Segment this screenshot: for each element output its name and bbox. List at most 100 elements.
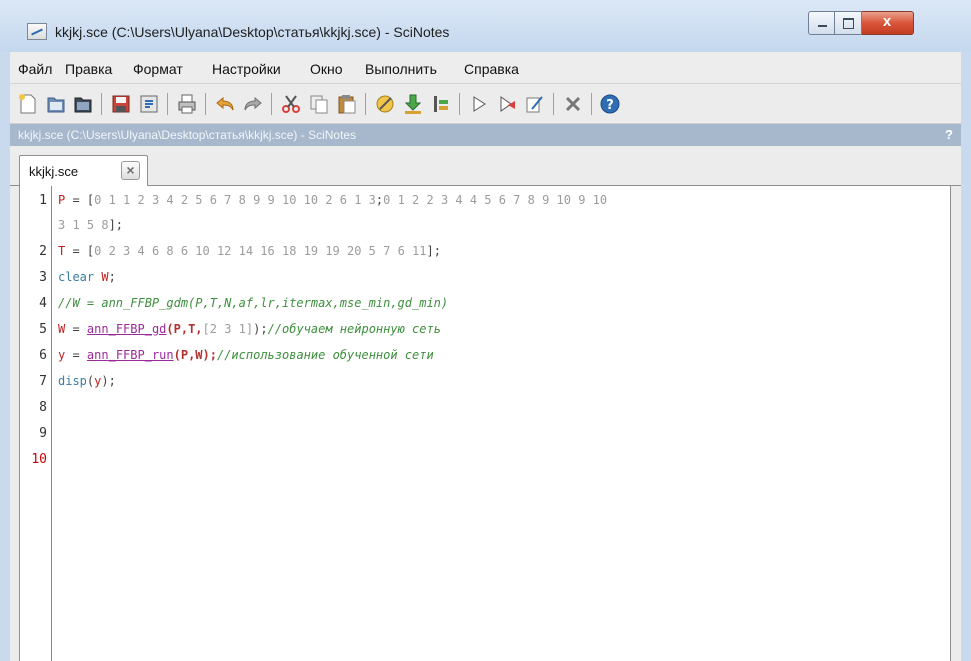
code-token: ]; [426,244,441,258]
redo-icon[interactable] [242,93,264,115]
code-line-5: W = ann_FFBP_gd(P,T,[2 3 1]);//обучаем н… [58,322,441,336]
tools-icon[interactable] [562,93,584,115]
menu-help[interactable]: Справка [464,61,519,77]
minimize-icon [818,25,827,27]
code-token: [2 3 1] [202,322,254,336]
save-as-icon[interactable] [138,93,160,115]
toolbar-separator [553,93,554,115]
code-token: ; [108,270,116,284]
tab-label: kkjkj.sce [29,164,79,179]
save-icon[interactable] [110,93,132,115]
function-link[interactable]: ann_FFBP_gd [87,322,166,336]
scinotes-window: kkjkj.sce (C:\Users\Ulyana\Desktop\стать… [0,0,971,661]
line-number: 7 [39,374,47,389]
line-number: 1 [39,193,47,208]
tab-close-button[interactable]: × [121,161,140,180]
execute-file-icon[interactable] [430,93,452,115]
function-link[interactable]: ann_FFBP_run [87,348,174,362]
line-number: 6 [39,348,47,363]
code-token: ]; [108,218,124,232]
tab-strip: kkjkj.sce × [10,146,961,187]
debug-icon[interactable] [524,93,546,115]
title-bar[interactable]: kkjkj.sce (C:\Users\Ulyana\Desktop\стать… [0,0,971,52]
menu-settings[interactable]: Настройки [212,61,281,77]
code-line-1-wrapped: 3 1 5 8]; [58,218,123,232]
code-comment: //использование обученной сети [216,348,434,362]
open-file-icon[interactable] [45,93,67,115]
help-icon[interactable]: ? [599,93,621,115]
close-icon: x [882,13,892,30]
paste-icon[interactable] [336,93,358,115]
maximize-icon [843,18,854,29]
code-line-6: y = ann_FFBP_run(P,W);//использование об… [58,348,434,362]
code-token: ); [253,322,268,336]
menu-window[interactable]: Окно [310,61,343,77]
code-area[interactable]: P = [0 1 1 2 3 4 2 5 6 7 8 9 9 10 10 2 6… [58,186,943,661]
code-line-2: T = [0 2 3 4 6 8 6 10 12 14 16 18 19 19 … [58,244,441,258]
svg-text:?: ? [606,98,614,113]
menu-format[interactable]: Формат [133,61,183,77]
load-into-scilab-icon[interactable] [402,93,424,115]
code-token: (P,T, [166,322,203,336]
scinotes-app-icon [27,23,47,40]
code-token: 3 1 5 8 [58,218,109,232]
toolbar-separator [101,93,102,115]
help-question-icon[interactable]: ? [945,127,953,142]
close-button[interactable]: x [862,11,914,35]
toolbar-separator [167,93,168,115]
line-number: 9 [39,426,47,441]
copy-icon[interactable] [308,93,330,115]
code-token: 0 1 2 2 3 4 4 5 6 7 8 9 10 9 10 [383,193,608,207]
code-token: 0 2 3 4 6 8 6 10 12 14 16 18 19 19 20 5 … [94,244,427,258]
code-line-4: //W = ann_FFBP_gdm(P,T,N,af,lr,itermax,m… [58,296,448,310]
run-until-icon[interactable] [496,93,518,115]
code-token: W [101,270,109,284]
code-line-3: clear W; [58,270,116,284]
line-number: 3 [39,270,47,285]
minimize-button[interactable] [808,11,835,35]
toolbar-separator [205,93,206,115]
menu-execute[interactable]: Выполнить [365,61,437,77]
line-number-gutter: 1 2 3 4 5 6 7 8 9 10 [20,186,52,661]
toolbar-separator [365,93,366,115]
code-token: 0 1 1 2 3 4 2 5 6 7 8 9 9 10 10 2 6 1 3 [94,193,376,207]
code-line-7: disp(y); [58,374,116,388]
maximize-button[interactable] [835,11,862,35]
code-editor[interactable]: 1 2 3 4 5 6 7 8 9 10 P = [0 1 1 2 3 4 2 … [19,186,951,661]
toolbar-separator [459,93,460,115]
menu-edit[interactable]: Правка [65,61,112,77]
line-number: 2 [39,244,47,259]
toolbar-separator [591,93,592,115]
window-title: kkjkj.sce (C:\Users\Ulyana\Desktop\стать… [55,24,450,40]
toolbar-separator [271,93,272,115]
cut-icon[interactable] [280,93,302,115]
line-number-current: 10 [31,452,47,467]
code-token: = [65,348,87,362]
code-comment: //обучаем нейронную сеть [267,322,441,336]
menu-bar: Файл Правка Формат Настройки Окно Выполн… [10,52,961,84]
line-number: 8 [39,400,47,415]
new-file-icon[interactable] [17,93,39,115]
client-area: Файл Правка Формат Настройки Окно Выполн… [10,52,961,661]
undo-icon[interactable] [214,93,236,115]
code-token: = [ [65,244,95,258]
toolbar: ? [10,84,961,124]
code-token: (P,W); [173,348,217,362]
print-icon[interactable] [176,93,198,115]
code-line-1: P = [0 1 1 2 3 4 2 5 6 7 8 9 9 10 10 2 6… [58,193,607,207]
comment-icon[interactable] [374,93,396,115]
code-token: clear [58,270,95,284]
code-token: = [ [65,193,95,207]
code-comment: //W = ann_FFBP_gdm(P,T,N,af,lr,itermax,m… [58,296,449,310]
open-recent-icon[interactable] [72,93,94,115]
menu-file[interactable]: Файл [18,61,52,77]
tab-kkjkj-sce[interactable]: kkjkj.sce × [19,155,148,187]
document-path: kkjkj.sce (C:\Users\Ulyana\Desktop\стать… [18,128,357,142]
run-icon[interactable] [468,93,490,115]
line-number: 4 [39,296,47,311]
code-token: disp [58,374,87,388]
line-number: 5 [39,322,47,337]
document-header: kkjkj.sce (C:\Users\Ulyana\Desktop\стать… [10,124,961,146]
code-token: ); [101,374,116,388]
code-token: = [65,322,87,336]
